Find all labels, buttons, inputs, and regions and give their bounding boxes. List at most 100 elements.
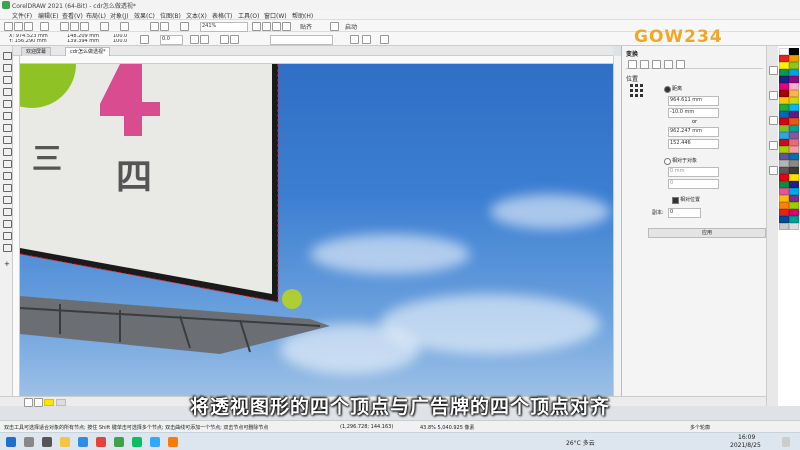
mirror-vertical-icon[interactable] [200, 35, 209, 44]
color-swatch[interactable] [789, 125, 799, 132]
menu-text[interactable]: 文本(X) [186, 11, 207, 20]
scale-y-field[interactable]: 100.0 [112, 39, 131, 44]
height-field[interactable]: 139.394 mm [66, 39, 105, 44]
color-swatch[interactable] [779, 167, 789, 174]
menu-view[interactable]: 查看(V) [62, 11, 83, 20]
drop-shadow-icon[interactable] [3, 196, 12, 204]
edge-browser-icon[interactable] [78, 437, 88, 447]
color-swatch[interactable] [779, 76, 789, 83]
clock-time[interactable]: 16:09 [738, 434, 755, 441]
color-swatch[interactable] [789, 118, 799, 125]
wechat-icon[interactable] [132, 437, 142, 447]
color-swatch[interactable] [779, 153, 789, 160]
color-swatch[interactable] [789, 153, 799, 160]
color-swatch[interactable] [789, 195, 799, 202]
file-explorer-icon[interactable] [60, 437, 70, 447]
launch-dropdown[interactable]: 启动 [345, 22, 357, 31]
color-swatch[interactable] [789, 167, 799, 174]
crop-tool-icon[interactable] [3, 76, 12, 84]
menu-layout[interactable]: 布局(L) [86, 11, 106, 20]
export-icon[interactable] [160, 22, 169, 31]
color-swatch[interactable] [779, 132, 789, 139]
color-swatch[interactable] [789, 83, 799, 90]
vertical-ruler[interactable] [13, 56, 20, 396]
connector-tool-icon[interactable] [3, 184, 12, 192]
drawing-canvas[interactable]: 三 四 [20, 64, 613, 396]
color-swatch[interactable] [789, 139, 799, 146]
color-swatch[interactable] [779, 111, 789, 118]
task-view-icon[interactable] [42, 437, 52, 447]
arrange-icon[interactable] [350, 35, 359, 44]
menu-object[interactable]: 对象(J) [110, 11, 128, 20]
distance-radio[interactable] [664, 86, 671, 93]
color-swatch[interactable] [779, 216, 789, 223]
photoshop-icon[interactable] [150, 437, 160, 447]
apply-button[interactable]: 应用 [648, 228, 766, 238]
relative-position-checkbox[interactable] [672, 197, 679, 204]
polygon-tool-icon[interactable] [3, 148, 12, 156]
color-swatch[interactable] [779, 83, 789, 90]
transparency-icon[interactable] [3, 208, 12, 216]
rotation-angle-field[interactable]: 0.0 [160, 35, 183, 45]
color-swatch[interactable] [789, 69, 799, 76]
menu-table[interactable]: 表格(T) [212, 11, 232, 20]
clock-date[interactable]: 2021/8/25 [730, 442, 761, 449]
pick-tool-icon[interactable] [3, 52, 12, 60]
color-swatch[interactable] [789, 174, 799, 181]
full-screen-icon[interactable] [252, 22, 261, 31]
position-y-field[interactable]: Y: 156.290 mm [8, 39, 57, 44]
color-swatch[interactable] [779, 104, 789, 111]
angle-field[interactable]: 152.446 [668, 139, 719, 149]
node-delete-icon[interactable] [230, 35, 239, 44]
quick-customize-icon[interactable] [380, 35, 389, 44]
color-swatch[interactable] [789, 97, 799, 104]
settings-gear-icon[interactable] [330, 22, 339, 31]
freehand-tool-icon[interactable] [3, 100, 12, 108]
snap-to-dropdown[interactable]: 贴齐 [300, 22, 312, 31]
add-tool-icon[interactable]: + [4, 260, 11, 268]
eyedropper-icon[interactable] [3, 220, 12, 228]
zoom-select[interactable]: 241% [200, 22, 248, 32]
open-icon[interactable] [14, 22, 23, 31]
color-swatch[interactable] [789, 216, 799, 223]
print-icon[interactable] [40, 22, 49, 31]
color-swatch[interactable] [789, 90, 799, 97]
node-add-icon[interactable] [220, 35, 229, 44]
rotate-mode-icon[interactable] [640, 60, 649, 69]
search-icon[interactable] [24, 437, 34, 447]
ellipse-tool-icon[interactable] [3, 136, 12, 144]
color-swatch[interactable] [789, 55, 799, 62]
color-swatch[interactable] [789, 132, 799, 139]
color-swatch[interactable] [779, 195, 789, 202]
horizontal-ruler[interactable] [20, 56, 613, 64]
color-swatch[interactable] [789, 146, 799, 153]
save-icon[interactable] [24, 22, 33, 31]
notification-icon[interactable] [782, 437, 790, 447]
zoom-tool-icon[interactable] [3, 88, 12, 96]
vertical-scrollbar[interactable] [613, 56, 621, 396]
app-red-icon[interactable] [96, 437, 106, 447]
color-swatch[interactable] [789, 209, 799, 216]
color-swatch[interactable] [789, 202, 799, 209]
color-swatch[interactable] [779, 209, 789, 216]
position-mode-icon[interactable] [628, 60, 637, 69]
color-swatch[interactable] [779, 48, 789, 55]
length-field[interactable]: 962.247 mm [668, 127, 719, 137]
color-swatch[interactable] [779, 118, 789, 125]
color-swatch[interactable] [779, 160, 789, 167]
color-swatch[interactable] [789, 223, 799, 230]
smart-fill-icon[interactable] [3, 244, 12, 252]
outline-style-select[interactable] [270, 35, 333, 45]
color-swatch[interactable] [779, 146, 789, 153]
anchor-grid[interactable] [630, 84, 644, 98]
windows-start-icon[interactable] [6, 437, 16, 447]
color-swatch[interactable] [779, 62, 789, 69]
color-swatch[interactable] [789, 181, 799, 188]
color-swatch[interactable] [779, 90, 789, 97]
size-mode-icon[interactable] [664, 60, 673, 69]
color-swatch[interactable] [779, 97, 789, 104]
hints-tab-icon[interactable] [769, 141, 778, 150]
copy-icon[interactable] [70, 22, 79, 31]
wrap-text-icon[interactable] [362, 35, 371, 44]
color-swatch[interactable] [789, 188, 799, 195]
